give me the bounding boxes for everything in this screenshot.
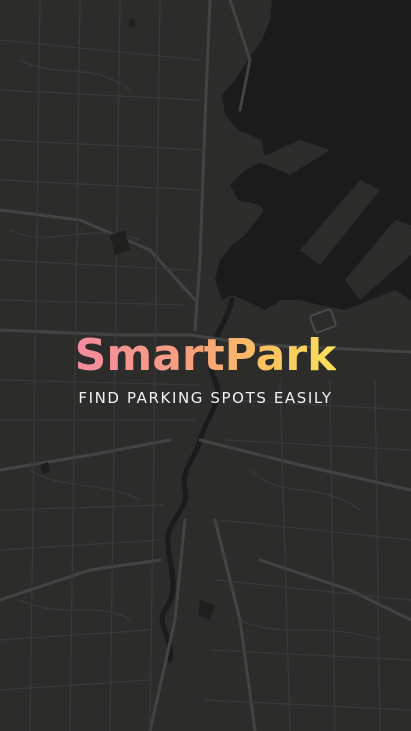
app-tagline: FIND PARKING SPOTS EASILY [78, 389, 333, 407]
splash-screen: SmartPark FIND PARKING SPOTS EASILY [0, 0, 411, 731]
brand-block: SmartPark [0, 328, 411, 384]
app-logo-title: SmartPark [75, 328, 337, 384]
